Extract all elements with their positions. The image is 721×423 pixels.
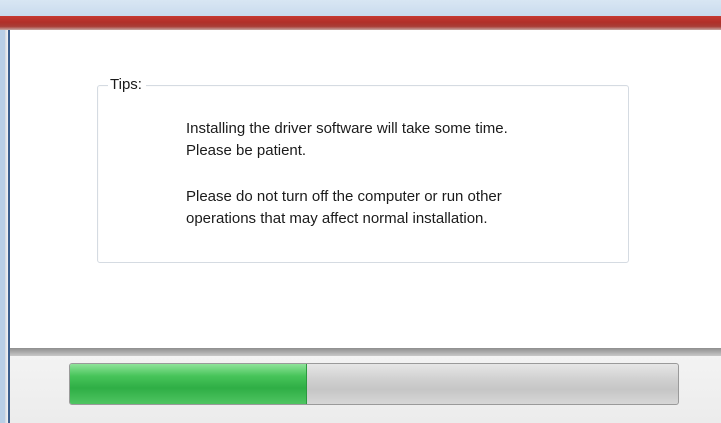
tips-line-install-time: Installing the driver software will take… (186, 120, 508, 137)
installer-window: Tips: Installing the driver software wil… (0, 0, 721, 423)
footer-separator (10, 348, 721, 356)
installation-progress-bar (69, 363, 679, 405)
tips-line-normal-installation: operations that may affect normal instal… (186, 210, 488, 227)
header-accent-band (0, 16, 721, 30)
progress-fill (70, 364, 308, 404)
tips-legend: Tips: (108, 75, 146, 95)
tips-line-do-not-turn-off: Please do not turn off the computer or r… (186, 188, 502, 205)
title-strip (0, 0, 721, 16)
tips-paragraph-wait: Installing the driver software will take… (186, 118, 508, 162)
tips-paragraph-warning: Please do not turn off the computer or r… (186, 186, 502, 230)
tips-groupbox (97, 85, 629, 263)
tips-line-be-patient: Please be patient. (186, 142, 307, 159)
